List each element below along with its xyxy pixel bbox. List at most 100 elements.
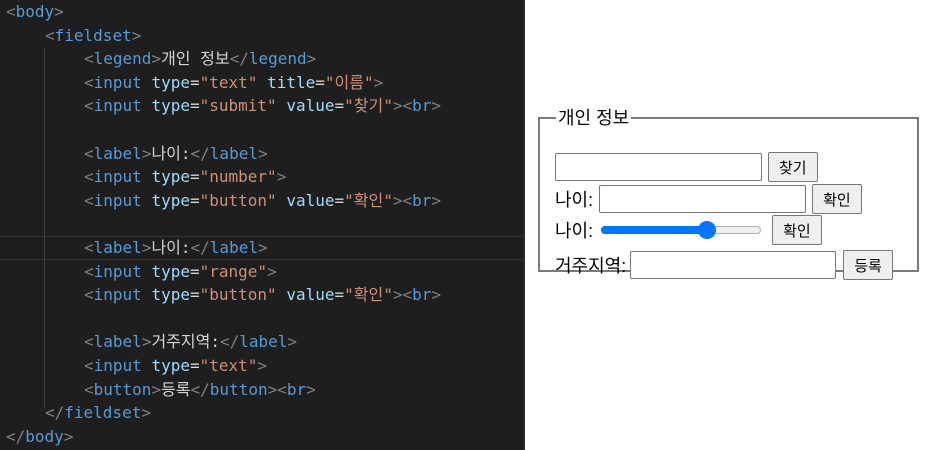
- code-line[interactable]: <input type="submit" value="찾기"><br>: [0, 94, 441, 118]
- code-token: input: [93, 190, 142, 210]
- name-text-input[interactable]: [555, 153, 762, 181]
- code-line[interactable]: <input type="text" title="이름">: [0, 71, 383, 95]
- code-token: label: [93, 238, 142, 257]
- slider-thumb[interactable]: [697, 221, 716, 239]
- code-token: type: [151, 96, 190, 116]
- code-token: ><: [392, 96, 413, 116]
- code-line[interactable]: [0, 212, 6, 236]
- code-token: >: [151, 379, 162, 399]
- fieldset-legend: 개인 정보: [558, 108, 630, 128]
- code-line[interactable]: [0, 307, 6, 331]
- code-token: >: [141, 332, 152, 352]
- code-line[interactable]: <label>거주지역:</label>: [0, 330, 297, 354]
- code-token: "찾기": [344, 96, 393, 116]
- code-token: =: [334, 96, 345, 116]
- code-token: 등록: [161, 379, 191, 399]
- code-token: input: [93, 285, 142, 305]
- code-line[interactable]: </body>: [0, 425, 73, 449]
- code-token: >: [373, 72, 384, 92]
- code-token: "button": [199, 190, 277, 210]
- age-range-row: 나이: 확인: [555, 215, 822, 245]
- code-token: ><: [392, 190, 413, 210]
- code-token: ><: [267, 379, 287, 399]
- code-token: legend: [93, 49, 152, 69]
- code-token: >: [131, 25, 142, 45]
- code-line[interactable]: <label>나이:</label>: [0, 236, 523, 260]
- code-token: br: [412, 285, 432, 305]
- code-line[interactable]: <label>나이:</label>: [0, 142, 268, 166]
- code-token: >: [257, 143, 268, 163]
- code-token: 나이:: [151, 143, 191, 163]
- code-token: label: [93, 332, 142, 352]
- code-token: </: [190, 143, 210, 163]
- code-token: >: [257, 356, 268, 375]
- code-line[interactable]: <fieldset>: [0, 24, 141, 48]
- region-text-input[interactable]: [630, 251, 837, 279]
- age-label: 나이:: [555, 221, 594, 241]
- code-token: 개인 정보: [161, 49, 230, 69]
- code-token: body: [15, 2, 55, 21]
- code-token: value: [286, 190, 335, 210]
- code-token: button: [209, 379, 268, 399]
- code-token: input: [93, 96, 142, 116]
- code-token: >: [151, 49, 162, 69]
- code-token: >: [63, 426, 74, 446]
- code-token: >: [306, 49, 317, 69]
- code-token: fieldset: [54, 25, 132, 45]
- code-editor[interactable]: <body> <fieldset> <legend>개인 정보</legend> <i…: [0, 0, 523, 450]
- code-token: </: [190, 238, 210, 257]
- code-line[interactable]: <legend>개인 정보</legend>: [0, 47, 316, 71]
- code-token: <: [84, 261, 94, 281]
- code-token: </: [6, 426, 26, 446]
- search-submit-button[interactable]: 찾기: [768, 152, 818, 182]
- code-token: title: [267, 72, 316, 92]
- code-token: </: [219, 332, 240, 352]
- code-line[interactable]: <input type="text">: [0, 354, 267, 378]
- code-line[interactable]: <input type="number">: [0, 165, 286, 189]
- code-token: <: [84, 167, 94, 187]
- code-token: <: [84, 49, 94, 69]
- slider-fill: [601, 226, 707, 234]
- confirm-button[interactable]: 확인: [812, 184, 862, 214]
- code-token: 나이:: [151, 238, 191, 257]
- code-token: =: [334, 190, 345, 210]
- code-token: label: [209, 143, 258, 163]
- code-token: "text": [199, 72, 258, 92]
- code-line[interactable]: </fieldset>: [0, 401, 151, 425]
- code-line[interactable]: <input type="button" value="확인"><br>: [0, 283, 441, 307]
- confirm-button[interactable]: 확인: [772, 215, 822, 245]
- code-token: =: [189, 167, 200, 187]
- code-token: <: [6, 2, 16, 21]
- code-token: "text": [199, 356, 258, 375]
- code-token: ><: [392, 285, 413, 305]
- code-token: br: [412, 96, 432, 116]
- register-button[interactable]: 등록: [843, 250, 893, 280]
- code-line[interactable]: [0, 118, 6, 142]
- code-token: >: [287, 332, 298, 352]
- code-line[interactable]: <button>등록</button><br>: [0, 378, 316, 402]
- code-line[interactable]: <input type="range">: [0, 260, 277, 284]
- code-token: <: [84, 379, 94, 399]
- browser-preview: 개인 정보 찾기 나이: 확인 나이: 확인 거주지역: 등록: [525, 0, 949, 450]
- code-token: "이름": [324, 72, 374, 92]
- code-token: type: [151, 261, 190, 281]
- region-row: 거주지역: 등록: [555, 250, 893, 280]
- code-token: >: [431, 96, 442, 116]
- code-token: body: [25, 426, 64, 446]
- code-line[interactable]: <body>: [0, 0, 64, 24]
- code-token: <: [84, 143, 94, 163]
- code-line[interactable]: <input type="button" value="확인"><br>: [0, 189, 441, 213]
- code-token: "number": [199, 167, 277, 187]
- code-token: <: [84, 238, 94, 257]
- age-number-input[interactable]: [599, 185, 807, 213]
- code-token: "확인": [344, 190, 393, 210]
- age-range-slider[interactable]: [601, 220, 762, 240]
- code-token: <: [84, 285, 94, 305]
- code-token: <: [84, 96, 94, 116]
- code-token: label: [209, 238, 258, 257]
- code-token: type: [151, 285, 190, 305]
- code-token: value: [286, 285, 335, 305]
